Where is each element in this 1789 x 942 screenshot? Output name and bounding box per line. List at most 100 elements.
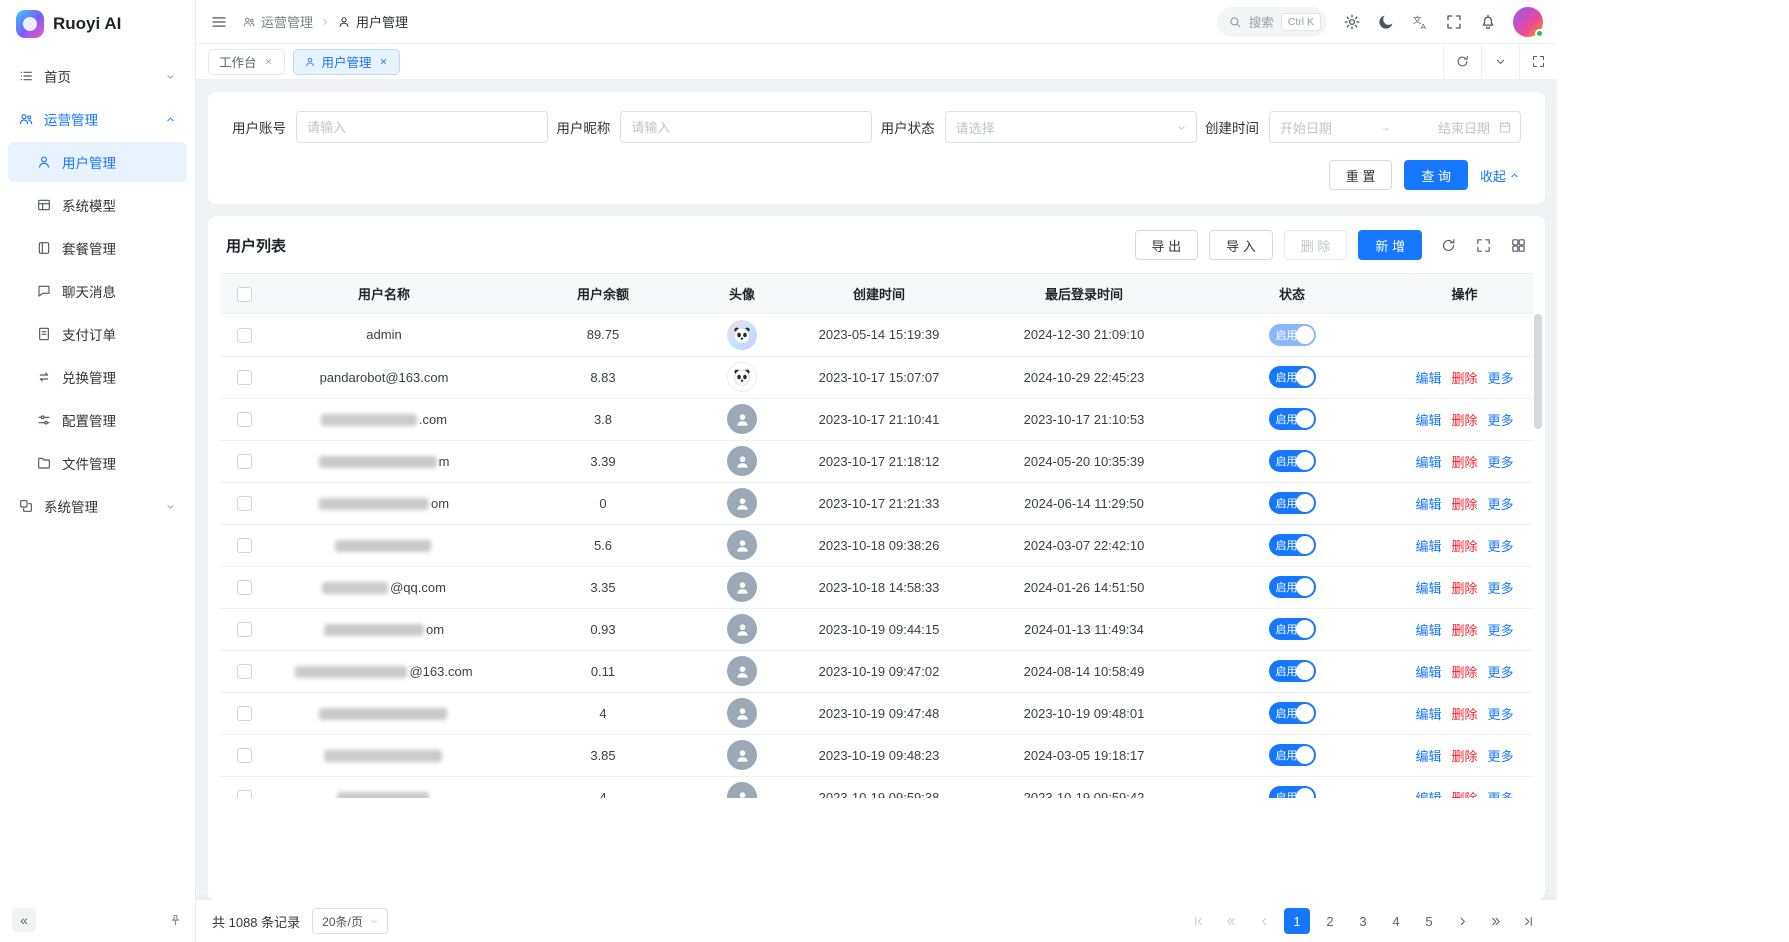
refresh-page-button[interactable] — [1443, 44, 1481, 79]
collapse-filters-link[interactable]: 收起 — [1480, 166, 1521, 185]
row-checkbox[interactable] — [237, 454, 252, 469]
status-toggle[interactable]: 启用 — [1269, 786, 1316, 798]
column-header[interactable]: 创建时间 — [778, 274, 980, 314]
page-button-3[interactable]: 3 — [1350, 908, 1376, 934]
sidebar-item-operations[interactable]: 运营管理 — [8, 99, 187, 139]
edit-link[interactable]: 编辑 — [1415, 539, 1441, 554]
tab-options-button[interactable] — [1481, 44, 1519, 79]
edit-link[interactable]: 编辑 — [1415, 623, 1441, 638]
column-header[interactable]: 用户余额 — [500, 274, 706, 314]
delete-link[interactable]: 删除 — [1451, 665, 1477, 680]
column-header[interactable]: 操作 — [1396, 274, 1533, 314]
more-link[interactable]: 更多 — [1488, 749, 1514, 764]
next-page-button[interactable] — [1449, 908, 1475, 934]
prev-page-button[interactable] — [1251, 908, 1277, 934]
more-link[interactable]: 更多 — [1488, 413, 1514, 428]
user-avatar[interactable] — [1513, 7, 1543, 37]
more-link[interactable]: 更多 — [1488, 665, 1514, 680]
tab-workbench[interactable]: 工作台 — [208, 49, 285, 75]
dark-mode-icon[interactable] — [1377, 13, 1395, 31]
sidebar-item-package-management[interactable]: 套餐管理 — [8, 228, 187, 268]
status-toggle[interactable]: 启用 — [1269, 408, 1316, 430]
more-link[interactable]: 更多 — [1488, 539, 1514, 554]
delete-link[interactable]: 删除 — [1451, 497, 1477, 512]
nickname-input[interactable] — [620, 111, 872, 143]
status-toggle[interactable]: 启用 — [1269, 744, 1316, 766]
edit-link[interactable]: 编辑 — [1415, 413, 1441, 428]
page-button-1[interactable]: 1 — [1284, 908, 1310, 934]
row-checkbox[interactable] — [237, 370, 252, 385]
page-size-select[interactable]: 20条/页 — [312, 908, 388, 934]
page-button-5[interactable]: 5 — [1416, 908, 1442, 934]
query-button[interactable]: 查 询 — [1404, 160, 1468, 190]
edit-link[interactable]: 编辑 — [1415, 749, 1441, 764]
language-icon[interactable]: 文A — [1411, 13, 1429, 31]
status-toggle[interactable]: 启用 — [1269, 576, 1316, 598]
column-header[interactable]: 状态 — [1188, 274, 1396, 314]
column-header[interactable]: 用户名称 — [268, 274, 500, 314]
sidebar-item-home[interactable]: 首页 — [8, 56, 187, 96]
import-button[interactable]: 导 入 — [1209, 230, 1273, 260]
fullscreen-table-icon[interactable] — [1475, 237, 1492, 254]
more-link[interactable]: 更多 — [1488, 623, 1514, 638]
maximize-content-button[interactable] — [1519, 44, 1557, 79]
status-toggle[interactable]: 启用 — [1269, 450, 1316, 472]
account-input[interactable] — [296, 111, 548, 143]
sidebar-item-config-management[interactable]: 配置管理 — [8, 400, 187, 440]
delete-button[interactable]: 删 除 — [1284, 230, 1348, 260]
row-checkbox[interactable] — [237, 412, 252, 427]
more-link[interactable]: 更多 — [1488, 581, 1514, 596]
last-page-button[interactable] — [1515, 908, 1541, 934]
breadcrumb-item[interactable]: 运营管理 — [242, 12, 313, 31]
select-all-checkbox[interactable] — [237, 287, 252, 302]
delete-link[interactable]: 删除 — [1451, 539, 1477, 554]
sidebar-item-chat-messages[interactable]: 聊天消息 — [8, 271, 187, 311]
fullscreen-icon[interactable] — [1445, 13, 1463, 31]
delete-link[interactable]: 删除 — [1451, 623, 1477, 638]
edit-link[interactable]: 编辑 — [1415, 455, 1441, 470]
row-checkbox[interactable] — [237, 748, 252, 763]
more-link[interactable]: 更多 — [1488, 791, 1514, 799]
status-toggle[interactable]: 启用 — [1269, 660, 1316, 682]
status-toggle[interactable]: 启用 — [1269, 492, 1316, 514]
column-header[interactable]: 最后登录时间 — [980, 274, 1188, 314]
sidebar-item-system-management[interactable]: 系统管理 — [8, 486, 187, 526]
status-toggle[interactable]: 启用 — [1269, 324, 1316, 346]
row-checkbox[interactable] — [237, 328, 252, 343]
edit-link[interactable]: 编辑 — [1415, 371, 1441, 386]
more-link[interactable]: 更多 — [1488, 707, 1514, 722]
notifications-icon[interactable] — [1479, 13, 1497, 31]
edit-link[interactable]: 编辑 — [1415, 707, 1441, 722]
edit-link[interactable]: 编辑 — [1415, 791, 1441, 799]
settings-icon[interactable] — [1343, 13, 1361, 31]
delete-link[interactable]: 删除 — [1451, 581, 1477, 596]
status-toggle[interactable]: 启用 — [1269, 366, 1316, 388]
first-page-button[interactable] — [1185, 908, 1211, 934]
sidebar-toggle-icon[interactable] — [210, 13, 228, 31]
status-select[interactable]: 请选择 — [945, 111, 1197, 143]
delete-link[interactable]: 删除 — [1451, 749, 1477, 764]
column-header[interactable]: 头像 — [706, 274, 778, 314]
row-checkbox[interactable] — [237, 706, 252, 721]
global-search[interactable]: 搜索 Ctrl K — [1217, 7, 1327, 37]
created-daterange[interactable]: 开始日期 → 结束日期 — [1269, 111, 1521, 143]
column-settings-icon[interactable] — [1510, 237, 1527, 254]
more-link[interactable]: 更多 — [1488, 497, 1514, 512]
edit-link[interactable]: 编辑 — [1415, 665, 1441, 680]
row-checkbox[interactable] — [237, 496, 252, 511]
sidebar-item-file-management[interactable]: 文件管理 — [8, 443, 187, 483]
sidebar-item-user-management[interactable]: 用户管理 — [8, 142, 187, 182]
edit-link[interactable]: 编辑 — [1415, 581, 1441, 596]
reset-button[interactable]: 重 置 — [1329, 160, 1393, 190]
sidebar-item-system-model[interactable]: 系统模型 — [8, 185, 187, 225]
sidebar-item-exchange-management[interactable]: 兑换管理 — [8, 357, 187, 397]
add-button[interactable]: 新 增 — [1358, 230, 1422, 260]
edit-link[interactable]: 编辑 — [1415, 497, 1441, 512]
more-link[interactable]: 更多 — [1488, 455, 1514, 470]
row-checkbox[interactable] — [237, 622, 252, 637]
row-checkbox[interactable] — [237, 538, 252, 553]
brand[interactable]: Ruoyi AI — [0, 0, 195, 48]
pin-icon[interactable] — [168, 913, 183, 928]
sidebar-item-payment-orders[interactable]: 支付订单 — [8, 314, 187, 354]
refresh-table-icon[interactable] — [1440, 237, 1457, 254]
